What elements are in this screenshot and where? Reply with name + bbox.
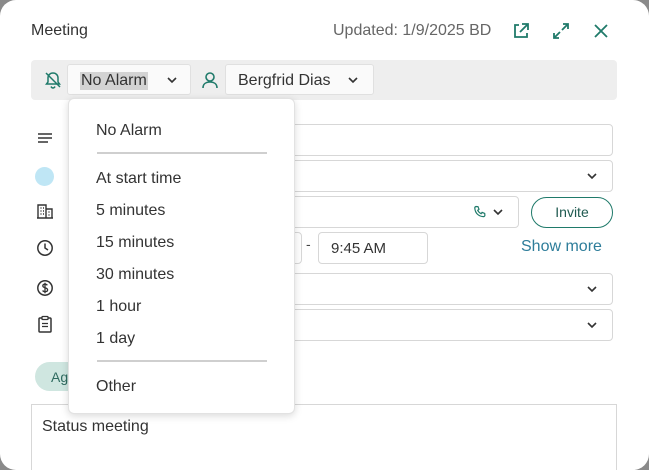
category-select[interactable] (270, 160, 613, 192)
notes-text: Status meeting (42, 418, 149, 435)
alarm-option-at-start[interactable]: At start time (96, 170, 181, 188)
phone-icon[interactable] (473, 205, 487, 219)
invite-button[interactable]: Invite (531, 197, 613, 228)
tab-agenda-label: Ag (51, 369, 69, 385)
building-icon (37, 204, 53, 219)
cost-select[interactable] (270, 273, 613, 305)
alarm-option-no-alarm[interactable]: No Alarm (96, 122, 162, 140)
alarm-off-icon (45, 72, 61, 89)
toolbar: No Alarm Bergfrid Dias (31, 60, 617, 100)
clock-icon (37, 240, 53, 256)
description-icon (38, 133, 52, 143)
alarm-option-1-hour[interactable]: 1 hour (96, 298, 141, 316)
chevron-down-icon (587, 322, 597, 329)
end-time-field[interactable]: 9:45 AM (318, 232, 428, 264)
currency-icon (37, 280, 53, 296)
description-field[interactable] (270, 124, 613, 156)
project-select[interactable] (270, 309, 613, 341)
chevron-down-icon (493, 209, 503, 216)
show-more-link[interactable]: Show more (521, 238, 602, 256)
alarm-option-15-minutes[interactable]: 15 minutes (96, 234, 174, 252)
close-icon[interactable] (590, 20, 612, 42)
dialog-title: Meeting (31, 22, 88, 39)
expand-icon[interactable] (550, 20, 572, 42)
alarm-select-value: No Alarm (80, 72, 148, 90)
end-time-value: 9:45 AM (331, 240, 387, 257)
alarm-dropdown-menu: No Alarm At start time 5 minutes 15 minu… (68, 98, 295, 414)
clipboard-icon (38, 315, 52, 333)
updated-info: Updated: 1/9/2025 BD (333, 22, 492, 39)
owner-select-value: Bergfrid Dias (238, 72, 331, 89)
chevron-down-icon (587, 173, 597, 180)
user-icon (202, 72, 218, 89)
alarm-option-other[interactable]: Other (96, 378, 136, 396)
chevron-down-icon (348, 77, 358, 84)
owner-select[interactable]: Bergfrid Dias (225, 64, 374, 95)
alarm-option-30-minutes[interactable]: 30 minutes (96, 266, 174, 284)
location-field[interactable] (270, 196, 519, 228)
menu-divider (97, 360, 267, 362)
open-external-icon[interactable] (510, 20, 532, 42)
category-color-dot[interactable] (35, 167, 54, 186)
alarm-option-5-minutes[interactable]: 5 minutes (96, 202, 165, 220)
alarm-select[interactable]: No Alarm (67, 64, 191, 95)
alarm-option-1-day[interactable]: 1 day (96, 330, 135, 348)
meeting-dialog: Meeting Updated: 1/9/2025 BD No Alarm Be… (0, 0, 649, 470)
chevron-down-icon (167, 77, 177, 84)
menu-divider (97, 152, 267, 154)
chevron-down-icon (587, 286, 597, 293)
time-separator: - (306, 236, 311, 252)
